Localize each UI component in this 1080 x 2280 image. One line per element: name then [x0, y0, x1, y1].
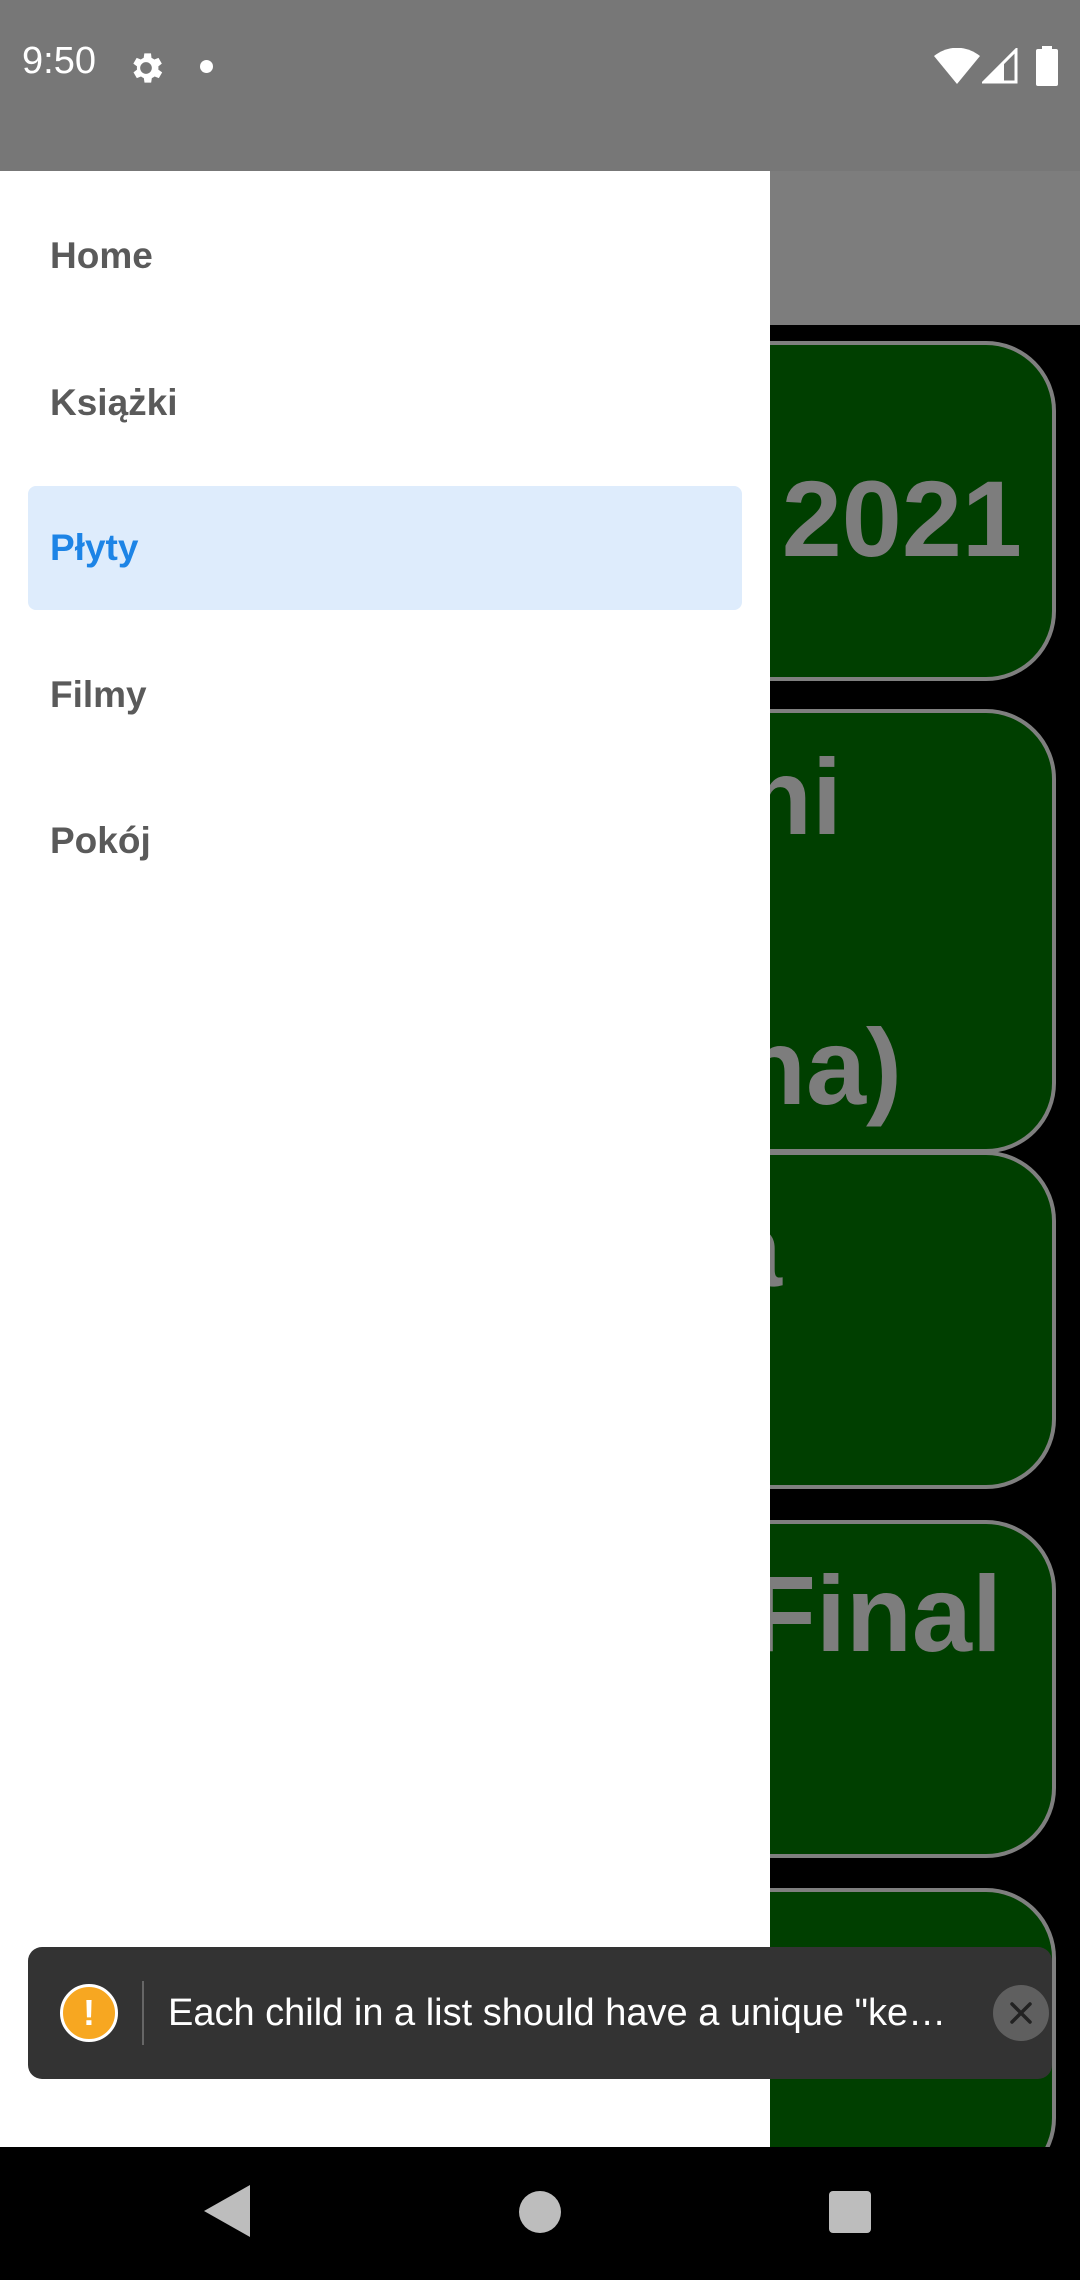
recents-icon[interactable]: [829, 2191, 871, 2233]
card-title: 2021: [781, 458, 1022, 579]
drawer-item-label: Książki: [50, 382, 178, 423]
toast-divider: [142, 1981, 144, 2045]
toast-message: Each child in a list should have a uniqu…: [168, 1992, 947, 2034]
card-title: Final: [749, 1553, 1002, 1674]
drawer-item-label: Home: [50, 235, 153, 276]
gear-icon: [133, 53, 163, 83]
notification-dot-icon: [200, 60, 213, 73]
drawer-item-plyty[interactable]: Płyty: [28, 486, 742, 610]
drawer-item-pokoj[interactable]: Pokój: [28, 779, 742, 903]
home-icon[interactable]: [519, 2191, 561, 2233]
status-bar: 9:50: [0, 0, 1080, 171]
drawer-item-filmy[interactable]: Filmy: [28, 633, 742, 757]
drawer-item-label: Płyty: [50, 527, 139, 568]
navigation-drawer: Home Książki Płyty Filmy Pokój: [0, 171, 770, 2147]
drawer-item-label: Filmy: [50, 674, 147, 715]
back-icon[interactable]: [204, 2185, 250, 2237]
wifi-icon: [934, 48, 980, 84]
drawer-item-ksiazki[interactable]: Książki: [28, 341, 742, 465]
warning-icon: !: [60, 1984, 118, 2042]
close-icon: [1010, 2002, 1032, 2024]
system-nav-bar: [0, 2147, 1080, 2280]
drawer-item-home[interactable]: Home: [28, 194, 742, 318]
battery-icon: [1036, 46, 1058, 86]
close-button[interactable]: [993, 1985, 1049, 2041]
warning-toast[interactable]: ! Each child in a list should have a uni…: [28, 1947, 1052, 2079]
signal-icon: [982, 48, 1018, 84]
status-time: 9:50: [22, 40, 96, 82]
drawer-item-label: Pokój: [50, 820, 151, 861]
